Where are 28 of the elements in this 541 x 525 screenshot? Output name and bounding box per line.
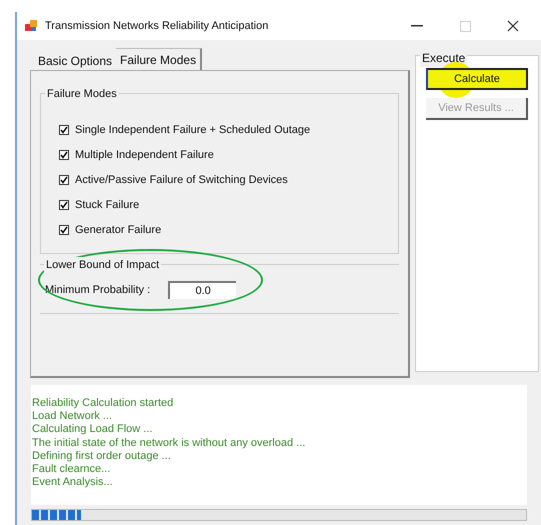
minimize-icon: [411, 25, 423, 27]
window-title: Transmission Networks Reliability Anticipation: [45, 18, 270, 34]
field-label: Minimum Probability :: [45, 282, 150, 298]
maximize-icon: [460, 20, 470, 32]
checkbox-label: Stuck Failure: [75, 198, 140, 213]
probability-field[interactable]: 0.0: [168, 281, 236, 299]
checkbox-label: Multiple Independent Failure: [75, 148, 214, 163]
checkbox[interactable]: [59, 150, 69, 160]
log-line: Load Network ...: [32, 410, 114, 424]
log-line: Reliability Calculation started: [32, 397, 174, 410]
log-line: The initial state of the network is without any overload ...: [32, 436, 306, 450]
checkbox-label: Active/Passive Failure of Switching Devices: [75, 172, 288, 188]
checkbox[interactable]: [59, 125, 69, 135]
checkbox-label: Single Independent Failure + Scheduled Outage: [75, 122, 310, 138]
log-line: Fault clearnce...: [32, 463, 112, 476]
tab[interactable]: Basic Options: [34, 51, 116, 70]
execute-button[interactable]: Calculate: [426, 68, 528, 90]
log-line: Event Analysis...: [32, 476, 114, 490]
checkbox[interactable]: [59, 175, 69, 185]
group-title: Lower Bound of Impact: [44, 257, 162, 274]
log-line: Calculating Load Flow ...: [32, 423, 154, 437]
close-icon: [507, 20, 519, 32]
app-icon: [25, 20, 37, 32]
tab[interactable]: Failure Modes: [116, 48, 202, 70]
checkbox[interactable]: [59, 225, 69, 235]
checkbox-label: Generator Failure: [75, 222, 162, 238]
checkbox[interactable]: [59, 200, 69, 210]
log-line: Defining first order outage ...: [32, 450, 172, 464]
